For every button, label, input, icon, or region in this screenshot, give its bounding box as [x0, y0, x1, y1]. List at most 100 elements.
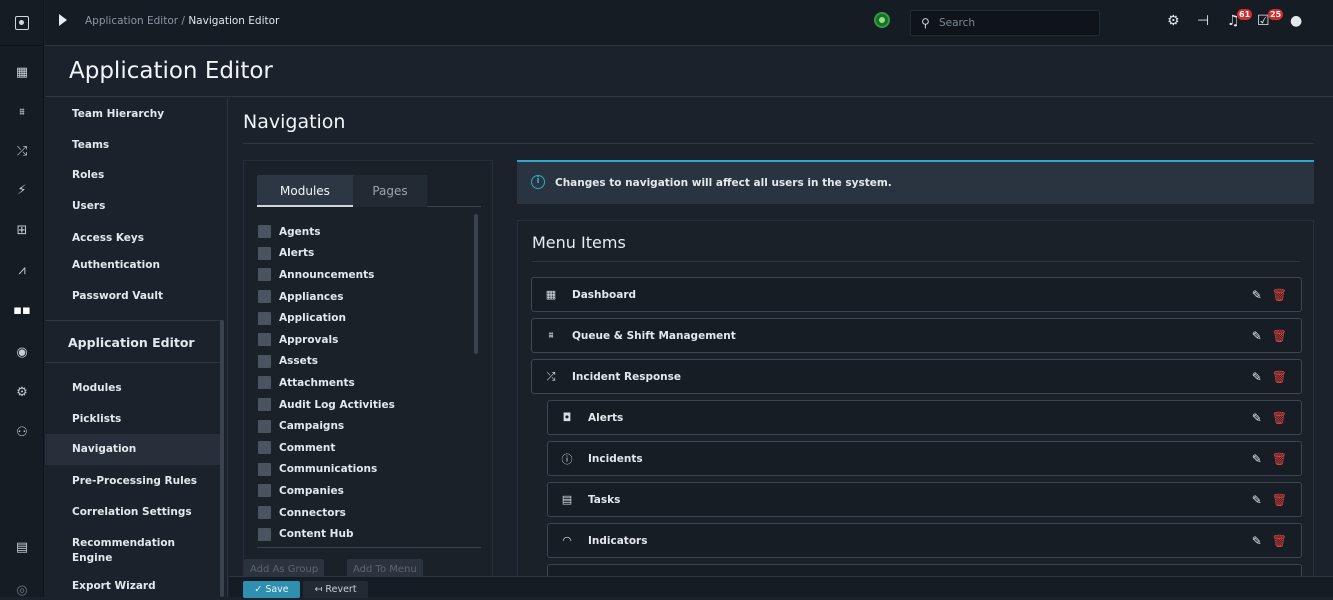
list-item[interactable]: Application: [258, 307, 468, 329]
sidebar-scrollbar[interactable]: [220, 320, 224, 597]
sidebar-item-access-keys[interactable]: Access Keys: [45, 232, 221, 244]
help-icon[interactable]: ◎: [0, 580, 44, 600]
checkbox[interactable]: [258, 506, 271, 520]
trash-icon[interactable]: 🗑: [1272, 534, 1287, 548]
radar-icon[interactable]: ◉: [0, 342, 44, 362]
users-icon[interactable]: ⚇: [0, 422, 44, 442]
menu-item[interactable]: ⩩ Queue & Shift Management ✎ 🗑: [531, 318, 1302, 353]
edit-icon[interactable]: ✎: [1252, 288, 1262, 302]
checkbox[interactable]: [258, 419, 271, 433]
sidebar-item-roles[interactable]: Roles: [45, 169, 221, 181]
checkbox[interactable]: [258, 354, 271, 368]
trash-icon[interactable]: 🗑: [1272, 370, 1287, 384]
trash-icon[interactable]: 🗑: [1272, 411, 1287, 425]
checkbox[interactable]: [258, 398, 271, 412]
gear-icon[interactable]: ⚙: [1167, 13, 1180, 29]
list-item[interactable]: Attachments: [258, 372, 468, 394]
edit-icon[interactable]: ✎: [1252, 452, 1262, 466]
save-label: Save: [265, 584, 289, 595]
sidebar-section-application-editor: Application Editor: [45, 320, 221, 363]
sidebar-item-correlation-settings[interactable]: Correlation Settings: [45, 506, 221, 518]
trash-icon[interactable]: 🗑: [1272, 329, 1287, 343]
sidebar-item-team-hierarchy[interactable]: Team Hierarchy: [45, 108, 221, 120]
module-label: Approvals: [279, 333, 339, 346]
modules-scrollbar[interactable]: [474, 214, 478, 354]
list-item[interactable]: Comment: [258, 437, 468, 459]
sidebar-item-export-wizard[interactable]: Export Wizard: [45, 580, 221, 592]
menu-item[interactable]: ◠ Indicators ✎ 🗑: [547, 523, 1302, 558]
sidebar-item-pre-processing-rules[interactable]: Pre-Processing Rules: [45, 475, 221, 487]
tab-pages[interactable]: Pages: [353, 175, 427, 207]
list-item[interactable]: Campaigns: [258, 415, 468, 437]
checkbox[interactable]: [258, 441, 271, 455]
workflow-icon[interactable]: ⊣: [1197, 13, 1209, 29]
breadcrumb-parent[interactable]: Application Editor /: [85, 15, 185, 27]
menu-item-label: Tasks: [588, 493, 621, 506]
sidebar-item-users[interactable]: Users: [45, 200, 221, 212]
menu-item[interactable]: ▤ Tasks ✎ 🗑: [547, 482, 1302, 517]
chart-icon[interactable]: ⩘: [0, 260, 44, 280]
team-icon[interactable]: ⩩: [0, 102, 44, 122]
status-indicator-icon[interactable]: [874, 12, 890, 28]
module-label: Announcements: [279, 268, 375, 281]
menu-item[interactable]: ⤮ Incident Response ✎ 🗑: [531, 359, 1302, 394]
clipboard-icon[interactable]: ▤: [0, 537, 44, 557]
bolt-icon[interactable]: ⚡: [0, 180, 44, 200]
menu-item[interactable]: ◘ Alerts ✎ 🗑: [547, 400, 1302, 435]
search-box[interactable]: ⚲: [910, 10, 1100, 36]
user-icon[interactable]: ●: [1290, 13, 1302, 29]
menu-item[interactable]: ⓘ Incidents ✎ 🗑: [547, 441, 1302, 476]
menu-item[interactable]: ▦ Dashboard ✎ 🗑: [531, 277, 1302, 312]
list-item[interactable]: Alerts: [258, 243, 468, 265]
settings-wheel-icon[interactable]: ⚙: [0, 382, 44, 402]
edit-icon[interactable]: ✎: [1252, 329, 1262, 343]
checkbox[interactable]: [258, 225, 271, 239]
dashboard-icon[interactable]: ▦: [0, 62, 44, 82]
list-item[interactable]: Companies: [258, 480, 468, 502]
save-button[interactable]: ✓ Save: [243, 581, 300, 598]
edit-icon[interactable]: ✎: [1252, 411, 1262, 425]
checkbox[interactable]: [258, 484, 271, 498]
tab-modules[interactable]: Modules: [257, 175, 353, 207]
sidebar-item-navigation[interactable]: Navigation: [45, 434, 221, 465]
building-icon[interactable]: ⊞: [0, 220, 44, 240]
trash-icon[interactable]: 🗑: [1272, 288, 1287, 302]
list-item[interactable]: Agents: [258, 221, 468, 243]
module-label: Content Hub: [279, 528, 354, 541]
checkbox[interactable]: [258, 462, 271, 476]
shuffle-icon[interactable]: ⤮: [0, 141, 44, 161]
checkbox[interactable]: [258, 290, 271, 304]
grid-icon[interactable]: ▪▪: [0, 300, 44, 320]
sidebar-item-picklists[interactable]: Picklists: [45, 413, 221, 425]
sidebar-item-teams[interactable]: Teams: [45, 139, 221, 151]
list-item[interactable]: Communications: [258, 459, 468, 481]
sidebar-item-modules[interactable]: Modules: [45, 382, 221, 394]
checkbox[interactable]: [258, 246, 271, 260]
team-icon: ⩩: [548, 330, 554, 341]
checkbox[interactable]: [258, 333, 271, 347]
list-item[interactable]: Approvals: [258, 329, 468, 351]
list-item[interactable]: Assets: [258, 351, 468, 373]
edit-icon[interactable]: ✎: [1252, 534, 1262, 548]
edit-icon[interactable]: ✎: [1252, 493, 1262, 507]
checkbox[interactable]: [258, 268, 271, 282]
rail-home-button[interactable]: [0, 0, 43, 46]
list-item[interactable]: Connectors: [258, 502, 468, 524]
list-item[interactable]: Audit Log Activities: [258, 394, 468, 416]
edit-icon[interactable]: ✎: [1252, 370, 1262, 384]
revert-button[interactable]: ↤ Revert: [303, 581, 368, 598]
checkbox[interactable]: [258, 311, 271, 325]
list-item[interactable]: Appliances: [258, 286, 468, 308]
checkbox[interactable]: [258, 527, 271, 541]
checkbox[interactable]: [258, 376, 271, 390]
trash-icon[interactable]: 🗑: [1272, 452, 1287, 466]
expand-menu-icon[interactable]: [59, 14, 67, 26]
module-label: Alerts: [279, 247, 315, 260]
list-item[interactable]: Announcements: [258, 264, 468, 286]
sidebar-item-recommendation-engine[interactable]: Recommendation Engine: [45, 536, 195, 566]
sidebar-item-authentication[interactable]: Authentication: [45, 259, 221, 271]
trash-icon[interactable]: 🗑: [1272, 493, 1287, 507]
search-input[interactable]: [939, 15, 1089, 31]
list-item[interactable]: Content Hub: [258, 523, 468, 545]
sidebar-item-password-vault[interactable]: Password Vault: [45, 290, 221, 302]
